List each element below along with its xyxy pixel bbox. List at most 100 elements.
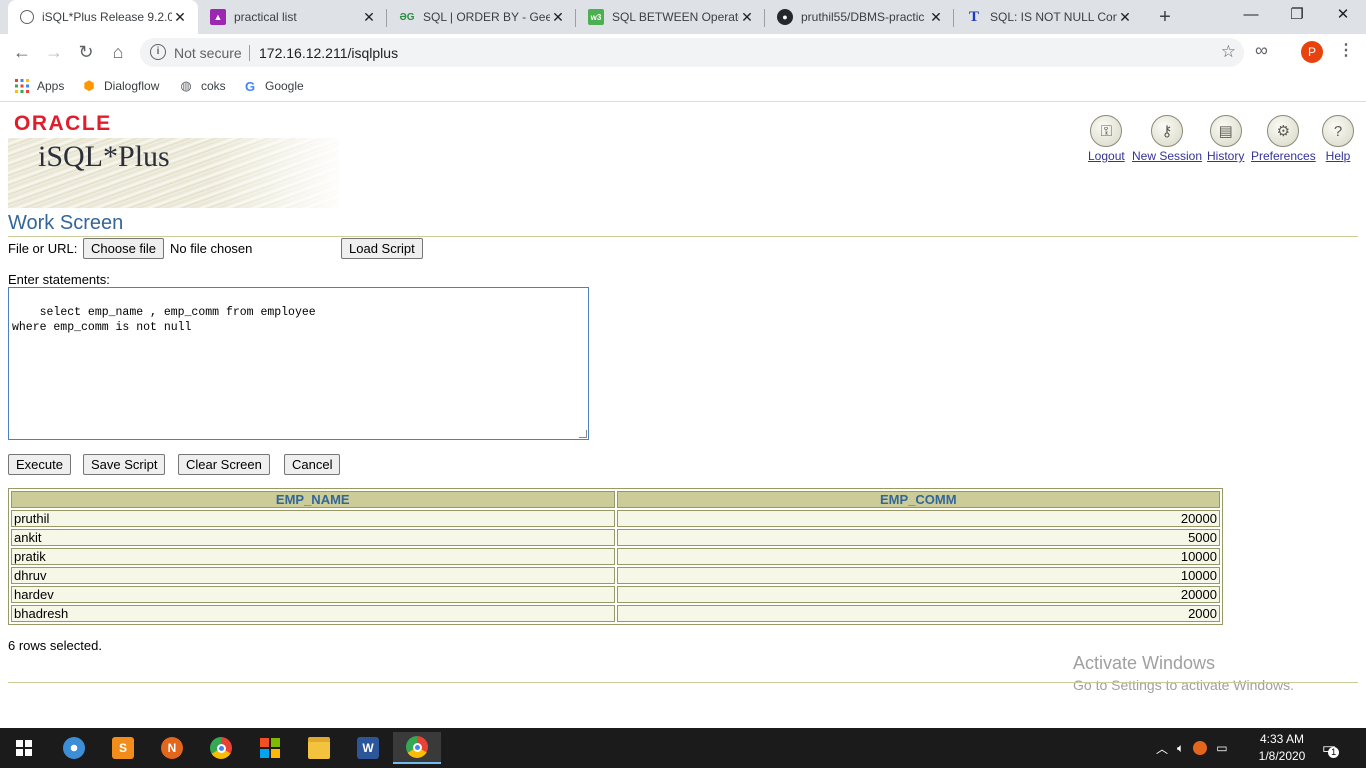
bookmark-dialogflow[interactable]: ⬢ Dialogflow	[81, 76, 159, 96]
nav-preferences[interactable]: ⚙ Preferences	[1251, 115, 1316, 163]
google-icon: G	[244, 78, 256, 94]
restore-button[interactable]: ❐	[1274, 0, 1320, 32]
taskbar-netbeans[interactable]: N	[148, 732, 196, 764]
classroom-icon: ▲	[210, 9, 226, 25]
apps-grid-icon	[14, 78, 30, 94]
cancel-button[interactable]: Cancel	[284, 454, 341, 475]
close-icon[interactable]: ✕	[172, 9, 188, 26]
file-explorer-icon	[308, 737, 330, 759]
profile-avatar[interactable]: P	[1301, 41, 1323, 63]
taskbar-file-explorer[interactable]	[295, 732, 343, 764]
browser-tab-strip: iSQL*Plus Release 9.2.0 ✕ ▲ practical li…	[0, 0, 1366, 34]
info-icon[interactable]: i	[150, 44, 166, 60]
windows-taskbar: S N W ︿ 🔈︎ ▭ 4:33 AM 1/8/2020 ▭ 1	[0, 728, 1366, 768]
emp-name-cell: dhruv	[11, 567, 615, 584]
chrome-active-icon	[406, 736, 428, 758]
menu-dots-icon[interactable]: ⋮	[1338, 40, 1354, 60]
activate-windows-subtitle: Go to Settings to activate Windows.	[1073, 677, 1294, 693]
sql-statements-textarea[interactable]: select emp_name , emp_comm from employee…	[8, 287, 589, 440]
tab-practical-list[interactable]: ▲ practical list ✕	[198, 0, 387, 34]
taskbar-paint[interactable]	[50, 732, 98, 764]
nav-history-label[interactable]: History	[1207, 149, 1244, 163]
techonthenet-icon: T	[968, 8, 979, 25]
forward-arrow-icon[interactable]: →	[41, 40, 67, 66]
clock-date: 1/8/2020	[1258, 749, 1306, 763]
tab-github[interactable]: ● pruthil55/DBMS-practic ✕	[765, 0, 954, 34]
nav-new-session[interactable]: ⚷ New Session	[1132, 115, 1202, 163]
action-center-button[interactable]: ▭ 1	[1322, 728, 1352, 768]
bookmark-star-icon[interactable]: ☆	[1221, 42, 1236, 62]
emp-comm-cell: 2000	[616, 605, 1220, 622]
nav-preferences-label[interactable]: Preferences	[1251, 149, 1316, 163]
divider	[8, 236, 1358, 237]
paint-app-icon	[63, 737, 85, 759]
product-title: iSQL*Plus	[38, 140, 170, 173]
load-script-button[interactable]: Load Script	[341, 238, 423, 259]
close-icon[interactable]: ✕	[739, 9, 755, 26]
address-bar[interactable]: i Not secure 172.16.12.211/isqlplus ☆	[140, 38, 1244, 67]
start-button[interactable]	[0, 732, 48, 764]
volume-icon[interactable]: 🔈︎	[1177, 741, 1184, 756]
tab-order-by[interactable]: ƏG SQL | ORDER BY - Geek ✕	[387, 0, 576, 34]
globe-icon	[20, 10, 34, 24]
no-file-text: No file chosen	[170, 241, 253, 256]
page-title: Work Screen	[8, 212, 124, 234]
reload-icon[interactable]: ↻	[73, 40, 99, 66]
nav-logout-label[interactable]: Logout	[1088, 149, 1125, 163]
clock-time: 4:33 AM	[1259, 732, 1305, 746]
nav-help[interactable]: ? Help	[1322, 115, 1354, 163]
help-icon: ?	[1322, 115, 1354, 147]
tab-isqlplus[interactable]: iSQL*Plus Release 9.2.0 ✕	[8, 0, 198, 34]
new-tab-button[interactable]: +	[1151, 4, 1179, 32]
netbeans-tray-icon[interactable]	[1193, 741, 1208, 755]
bookmark-apps[interactable]: Apps	[14, 76, 64, 96]
taskbar-chrome-active[interactable]	[393, 732, 441, 764]
minimize-button[interactable]: —	[1228, 0, 1274, 32]
taskbar-chrome[interactable]	[197, 732, 245, 764]
home-icon[interactable]: ⌂	[105, 40, 131, 66]
tab-is-not-null[interactable]: T SQL: IS NOT NULL Cond ✕	[954, 0, 1143, 34]
tab-title: SQL BETWEEN Operato	[612, 10, 739, 24]
close-icon[interactable]: ✕	[550, 9, 566, 26]
url-text[interactable]: 172.16.12.211/isqlplus	[259, 45, 398, 61]
column-header: EMP_NAME	[11, 491, 615, 508]
close-icon[interactable]: ✕	[1117, 9, 1133, 26]
history-icon: ▤	[1209, 115, 1242, 147]
isqlplus-banner: iSQL*Plus	[8, 138, 339, 208]
nav-logout[interactable]: ⚿ Logout	[1088, 115, 1125, 163]
bookmark-coks[interactable]: ◍ coks	[178, 76, 225, 96]
tab-title: practical list	[234, 10, 297, 24]
choose-file-button[interactable]: Choose file	[83, 238, 165, 259]
divider	[8, 682, 1358, 683]
dialogflow-icon: ⬢	[83, 78, 95, 93]
clear-screen-button[interactable]: Clear Screen	[178, 454, 270, 475]
word-icon: W	[357, 737, 379, 759]
window-close-button[interactable]: ✕	[1320, 0, 1366, 32]
taskbar-clock[interactable]: 4:33 AM 1/8/2020	[1252, 731, 1312, 765]
close-icon[interactable]: ✕	[361, 9, 377, 26]
back-arrow-icon[interactable]: ←	[9, 40, 35, 66]
resize-handle-icon[interactable]	[579, 430, 587, 438]
bookmark-google[interactable]: G Google	[242, 76, 304, 96]
taskbar-word[interactable]: W	[344, 732, 392, 764]
logout-key-icon: ⚿	[1090, 115, 1123, 147]
extension-icon[interactable]: ∞	[1255, 40, 1268, 61]
emp-name-cell: hardev	[11, 586, 615, 603]
network-icon[interactable]: ▭	[1216, 741, 1227, 755]
save-script-button[interactable]: Save Script	[83, 454, 166, 475]
oracle-logo: ORACLE	[14, 112, 112, 135]
w3schools-icon: w3	[588, 9, 604, 25]
execute-button[interactable]: Execute	[8, 454, 71, 475]
close-icon[interactable]: ✕	[928, 9, 944, 26]
tab-between[interactable]: w3 SQL BETWEEN Operato ✕	[576, 0, 765, 34]
taskbar-sublime[interactable]: S	[99, 732, 147, 764]
row-count-text: 6 rows selected.	[8, 638, 102, 653]
chevron-up-icon[interactable]: ︿	[1156, 740, 1168, 757]
nav-help-label[interactable]: Help	[1326, 149, 1351, 163]
nav-history[interactable]: ▤ History	[1207, 115, 1244, 163]
table-row: pruthil 20000	[11, 510, 1220, 527]
github-icon: ●	[777, 9, 793, 25]
nav-new-session-label[interactable]: New Session	[1132, 149, 1202, 163]
emp-name-cell: pruthil	[11, 510, 615, 527]
taskbar-store[interactable]	[246, 732, 294, 764]
